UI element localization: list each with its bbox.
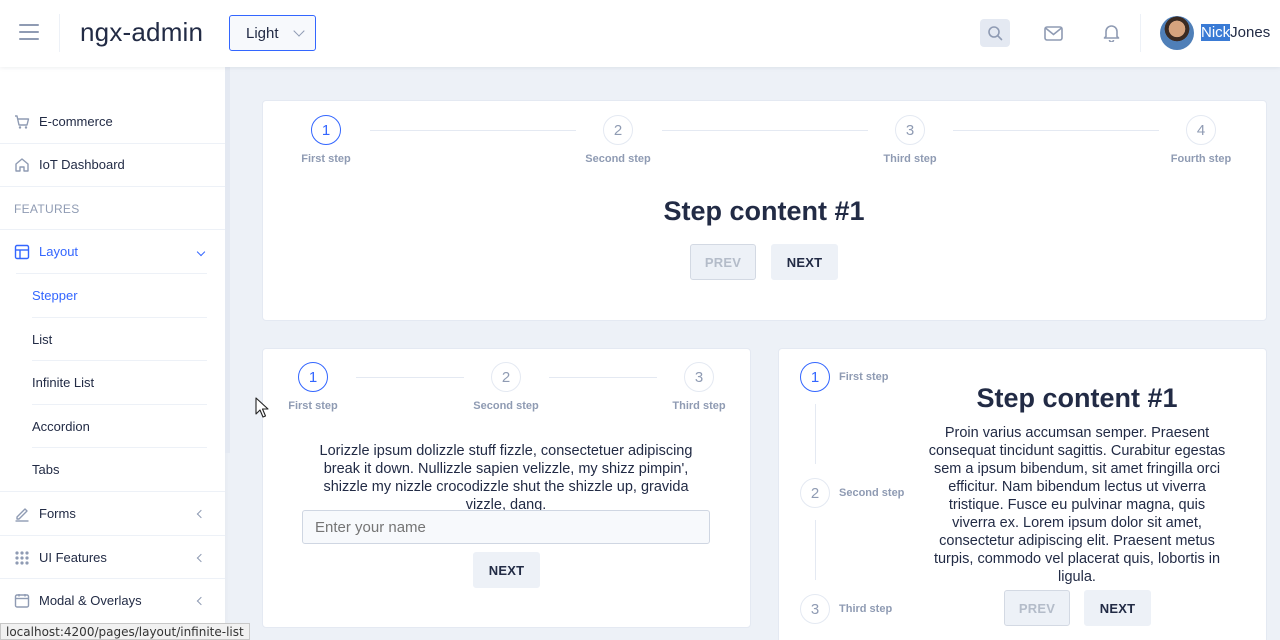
theme-select-value: Light (246, 24, 279, 42)
step-label: First step (288, 400, 338, 412)
sidebar-item-layout[interactable]: Layout (0, 230, 225, 273)
next-button[interactable]: NEXT (771, 244, 838, 280)
search-icon[interactable] (980, 19, 1010, 47)
sidebar-item-list[interactable]: List (0, 318, 225, 361)
sidebar-item-stepper[interactable]: Stepper (0, 274, 225, 317)
sidebar-item-label: Forms (39, 506, 76, 521)
user-last-name: Jones (1230, 24, 1271, 41)
prev-button[interactable]: PREV (1004, 590, 1070, 626)
step-label: Second step (585, 153, 651, 165)
cart-icon (14, 114, 30, 130)
step-label: Second step (839, 487, 905, 499)
step-number: 1 (800, 362, 830, 392)
step-number: 2 (603, 115, 633, 145)
sidebar-item-tabs[interactable]: Tabs (0, 448, 225, 491)
menu-icon[interactable] (19, 24, 39, 42)
header: ngx-admin Light NickJones (0, 0, 1280, 67)
step-content-title: Step content #1 (663, 196, 865, 226)
chevron-left-icon (196, 553, 206, 562)
sidebar-item-label: IoT Dashboard (39, 157, 125, 172)
vertical-step-2[interactable]: 2 Second step (800, 478, 904, 508)
step-label: Fourth step (1170, 153, 1232, 165)
sidebar-item-infinite-list[interactable]: Infinite List (0, 361, 225, 404)
step-3[interactable]: 3 Third step (850, 115, 970, 165)
edit-icon (14, 506, 30, 522)
sidebar-item-iot-dashboard[interactable]: IoT Dashboard (0, 143, 225, 186)
sidebar-item-forms[interactable]: Forms (0, 492, 225, 535)
user-name[interactable]: NickJones (1201, 24, 1270, 41)
vertical-step-1[interactable]: 1 First step (800, 362, 889, 392)
sidebar-item-ecommerce[interactable]: E-commerce (0, 100, 225, 143)
chevron-left-icon (196, 509, 206, 518)
step-number: 4 (1186, 115, 1216, 145)
logo-divider (59, 14, 60, 52)
mouse-cursor-icon (255, 397, 269, 418)
step-4[interactable]: 4 Fourth step (1141, 115, 1261, 165)
form-step-3[interactable]: 3 Third step (639, 362, 759, 412)
browser-status-bar: localhost:4200/pages/layout/infinite-lis… (0, 623, 250, 640)
user-first-name: Nick (1201, 24, 1231, 41)
step-number: 3 (895, 115, 925, 145)
step-label: Third step (839, 603, 893, 615)
step-label: Third step (883, 153, 937, 165)
step-number: 3 (684, 362, 714, 392)
sidebar-item-accordion[interactable]: Accordion (0, 405, 225, 448)
step-label: Second step (473, 400, 539, 412)
sidebar-item-modal-overlays[interactable]: Modal & Overlays (0, 579, 225, 622)
step-label: Third step (672, 400, 726, 412)
next-button[interactable]: NEXT (473, 552, 540, 588)
layout-icon (14, 244, 30, 260)
bell-icon[interactable] (1096, 19, 1126, 47)
home-icon (14, 157, 30, 173)
step-number: 3 (800, 594, 830, 624)
user-avatar[interactable] (1160, 16, 1194, 50)
step-number: 1 (311, 115, 341, 145)
name-input[interactable] (302, 510, 710, 544)
sidebar-item-label: Stepper (32, 288, 78, 303)
sidebar-item-label: Tabs (32, 462, 60, 477)
chevron-left-icon (196, 596, 206, 605)
prev-button[interactable]: PREV (690, 244, 756, 280)
sidebar: E-commerce IoT Dashboard FEATURES Layout… (0, 67, 225, 640)
step-label: First step (301, 153, 351, 165)
form-step-1[interactable]: 1 First step (253, 362, 373, 412)
step-label: First step (839, 371, 889, 383)
step-2[interactable]: 2 Second step (558, 115, 678, 165)
mail-icon[interactable] (1038, 19, 1068, 47)
app-logo[interactable]: ngx-admin (80, 17, 203, 48)
chevron-down-icon (293, 25, 305, 37)
header-divider (1140, 14, 1141, 52)
sidebar-item-label: Layout (39, 244, 79, 259)
step-number: 2 (491, 362, 521, 392)
vertical-step-3[interactable]: 3 Third step (800, 594, 892, 624)
step-1[interactable]: 1 First step (266, 115, 386, 165)
chevron-down-icon (196, 247, 206, 256)
sidebar-item-ui-features[interactable]: UI Features (0, 536, 225, 579)
sidebar-item-label: UI Features (39, 550, 107, 565)
theme-select[interactable]: Light (229, 15, 316, 51)
browser-icon (14, 593, 30, 609)
sidebar-item-label: Accordion (32, 419, 90, 434)
sidebar-item-label: E-commerce (39, 114, 113, 129)
next-button[interactable]: NEXT (1084, 590, 1151, 626)
sidebar-scrollbar[interactable] (225, 67, 230, 453)
grid-icon (14, 550, 30, 566)
step-number: 2 (800, 478, 830, 508)
sidebar-item-label: Infinite List (32, 375, 95, 390)
sidebar-item-label: List (32, 332, 53, 347)
form-step-2[interactable]: 2 Second step (446, 362, 566, 412)
step-content-title: Step content #1 (976, 383, 1178, 413)
step-description: Lorizzle ipsum dolizzle stuff fizzle, co… (319, 443, 693, 513)
sidebar-section-title: FEATURES (14, 202, 80, 216)
step-description: Proin varius accumsan semper. Praesent c… (928, 425, 1226, 585)
step-number: 1 (298, 362, 328, 392)
sidebar-item-label: Modal & Overlays (39, 593, 142, 608)
